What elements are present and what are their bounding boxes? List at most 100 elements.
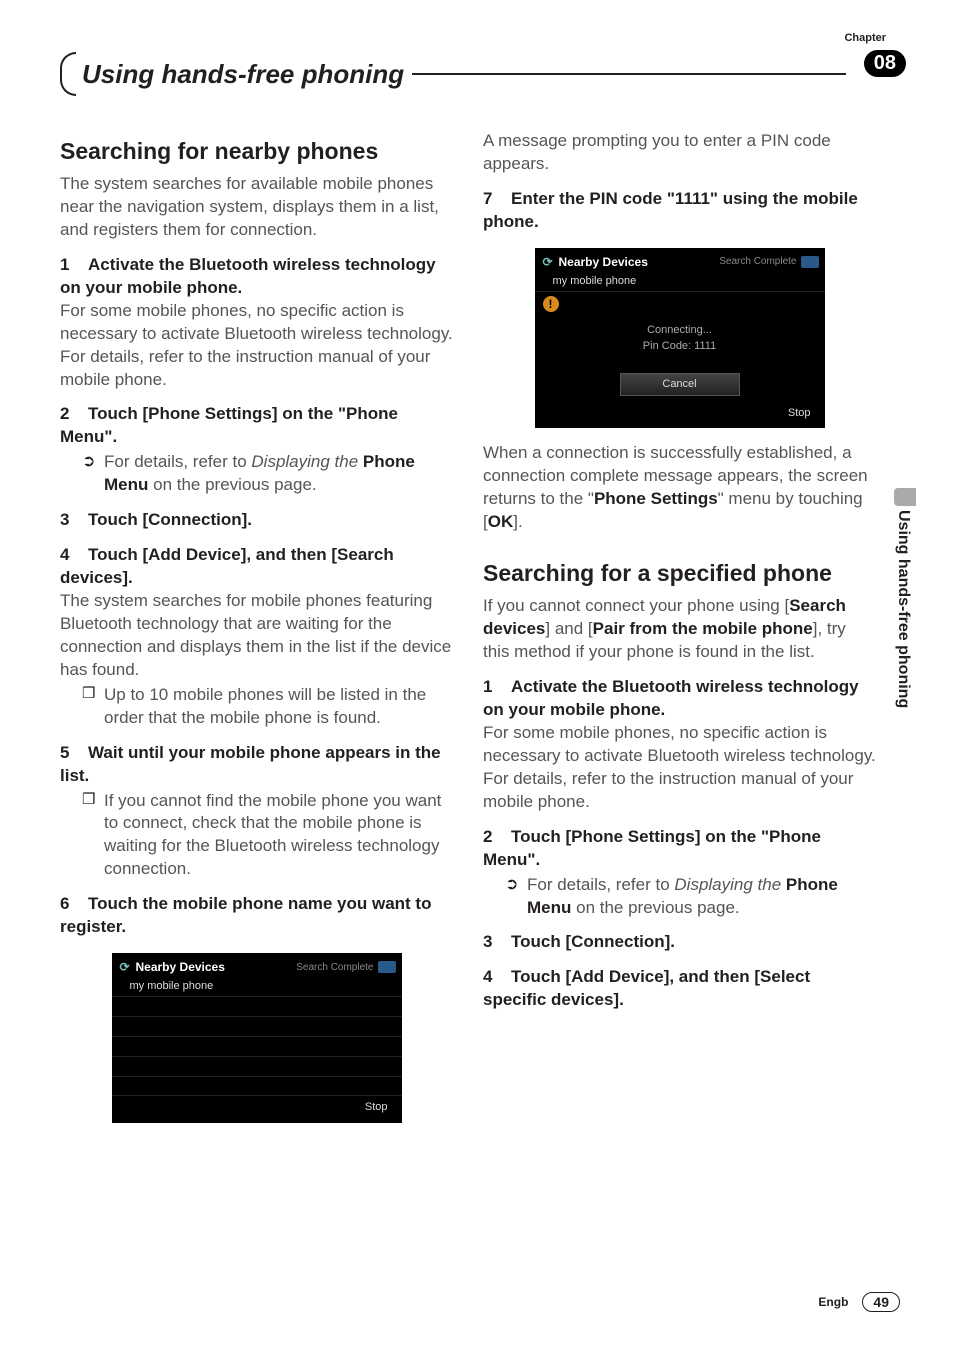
step-number: 1	[483, 676, 511, 699]
content-columns: Searching for nearby phones The system s…	[60, 130, 876, 1137]
sub-italic: Displaying the	[674, 875, 786, 894]
bold-text: Phone Settings	[594, 489, 718, 508]
bluetooth-icon: ⟳	[541, 255, 555, 269]
step-title: Touch [Add Device], and then [Select spe…	[483, 967, 810, 1009]
step-r3: 3Touch [Connection].	[483, 931, 876, 954]
bold-text: Pair from the mobile phone	[593, 619, 813, 638]
step-r1-body: For some mobile phones, no specific acti…	[483, 722, 876, 814]
cancel-button[interactable]: Cancel	[620, 373, 740, 396]
step-number: 6	[60, 893, 88, 916]
intro2-text: If you cannot connect your phone using […	[483, 595, 876, 664]
left-column: Searching for nearby phones The system s…	[60, 130, 453, 1137]
page-header: Chapter 08 Using hands-free phoning	[60, 32, 906, 96]
nearby-devices-screenshot-1: ⟳ Nearby Devices Search Complete my mobi…	[112, 953, 402, 1123]
bluetooth-icon: ⟳	[118, 960, 132, 974]
page-number: 49	[862, 1292, 900, 1312]
side-tab-marker	[894, 488, 916, 506]
sub-text: on the previous page.	[148, 475, 316, 494]
step-number: 2	[483, 826, 511, 849]
screenshot-title: ⟳ Nearby Devices	[118, 959, 225, 975]
chapter-label: Chapter	[844, 32, 886, 44]
step-number: 2	[60, 403, 88, 426]
device-row[interactable]: my mobile phone	[112, 977, 402, 997]
step-5-note: If you cannot find the mobile phone you …	[60, 790, 453, 882]
page-footer: Engb 49	[818, 1292, 900, 1312]
heading-searching-specified: Searching for a specified phone	[483, 558, 876, 589]
title-row: Using hands-free phoning	[60, 52, 906, 96]
step-4-note: Up to 10 mobile phones will be listed in…	[60, 684, 453, 730]
step-number: 7	[483, 188, 511, 211]
step-title: Touch [Phone Settings] on the "Phone Men…	[483, 827, 821, 869]
status-text: Search Complete	[719, 255, 796, 269]
warning-icon: !	[543, 296, 559, 312]
step-title: Touch [Phone Settings] on the "Phone Men…	[60, 404, 398, 446]
step-6: 6Touch the mobile phone name you want to…	[60, 893, 453, 939]
sub-italic: Displaying the	[251, 452, 363, 471]
step-7: 7Enter the PIN code "1111" using the mob…	[483, 188, 876, 234]
sub-text: For details, refer to	[527, 875, 674, 894]
chapter-number-badge: 08	[864, 50, 906, 77]
empty-row	[112, 997, 402, 1017]
screenshot-body: ! Connecting... Pin Code: 1111 Cancel	[535, 296, 825, 396]
step-title: Touch the mobile phone name you want to …	[60, 894, 431, 936]
text: ] and [	[545, 619, 592, 638]
device-row: my mobile phone	[535, 272, 825, 292]
right-column: A message prompting you to enter a PIN c…	[483, 130, 876, 1137]
step-title: Enter the PIN code "1111" using the mobi…	[483, 189, 858, 231]
language-code: Engb	[818, 1295, 848, 1309]
title-bracket-icon	[60, 52, 76, 96]
empty-row	[112, 1017, 402, 1037]
step-number: 5	[60, 742, 88, 765]
stop-button[interactable]: Stop	[535, 402, 825, 423]
step-number: 1	[60, 254, 88, 277]
step-number: 4	[483, 966, 511, 989]
car-icon	[378, 961, 396, 973]
step-4-body: The system searches for mobile phones fe…	[60, 590, 453, 682]
status-text: Search Complete	[296, 961, 373, 975]
step-title: Wait until your mobile phone appears in …	[60, 743, 441, 785]
text: If you cannot connect your phone using [	[483, 596, 789, 615]
car-icon	[801, 256, 819, 268]
step-3: 3Touch [Connection].	[60, 509, 453, 532]
screenshot-status: Search Complete	[296, 961, 395, 975]
heading-searching-nearby: Searching for nearby phones	[60, 136, 453, 167]
empty-row	[112, 1057, 402, 1077]
step-4: 4Touch [Add Device], and then [Search de…	[60, 544, 453, 590]
bold-text: OK	[488, 512, 514, 531]
step-r1: 1Activate the Bluetooth wireless technol…	[483, 676, 876, 722]
line1: Connecting...	[647, 324, 712, 336]
step-1-body: For some mobile phones, no specific acti…	[60, 300, 453, 392]
side-tab-label: Using hands-free phoning	[894, 510, 912, 708]
step-1: 1Activate the Bluetooth wireless technol…	[60, 254, 453, 300]
nearby-devices-screenshot-2: ⟳ Nearby Devices Search Complete my mobi…	[535, 248, 825, 429]
intro-text: The system searches for available mobile…	[60, 173, 453, 242]
step-r2: 2Touch [Phone Settings] on the "Phone Me…	[483, 826, 876, 872]
step-number: 4	[60, 544, 88, 567]
connecting-text: Connecting... Pin Code: 1111	[535, 316, 825, 361]
step-title: Touch [Connection].	[511, 932, 675, 951]
connection-complete-text: When a connection is successfully establ…	[483, 442, 876, 534]
step-r4: 4Touch [Add Device], and then [Select sp…	[483, 966, 876, 1012]
screenshot-status: Search Complete	[719, 255, 818, 269]
text: ].	[513, 512, 522, 531]
step-title: Touch [Add Device], and then [Search dev…	[60, 545, 394, 587]
empty-row	[112, 1077, 402, 1097]
stop-button[interactable]: Stop	[112, 1096, 402, 1117]
page-title: Using hands-free phoning	[76, 59, 404, 90]
step-2-sub: For details, refer to Displaying the Pho…	[60, 451, 453, 497]
sub-text: For details, refer to	[104, 452, 251, 471]
step-title: Activate the Bluetooth wireless technolo…	[60, 255, 436, 297]
sub-text: on the previous page.	[571, 898, 739, 917]
screenshot-header: ⟳ Nearby Devices Search Complete	[535, 252, 825, 272]
step-r2-sub: For details, refer to Displaying the Pho…	[483, 874, 876, 920]
step-number: 3	[483, 931, 511, 954]
line2: Pin Code: 1111	[643, 340, 716, 352]
pin-prompt-text: A message prompting you to enter a PIN c…	[483, 130, 876, 176]
title-rule	[412, 73, 846, 75]
empty-row	[112, 1037, 402, 1057]
step-title: Activate the Bluetooth wireless technolo…	[483, 677, 859, 719]
step-title: Touch [Connection].	[88, 510, 252, 529]
title-text: Nearby Devices	[559, 254, 648, 270]
step-2: 2Touch [Phone Settings] on the "Phone Me…	[60, 403, 453, 449]
screenshot-body	[112, 997, 402, 1096]
